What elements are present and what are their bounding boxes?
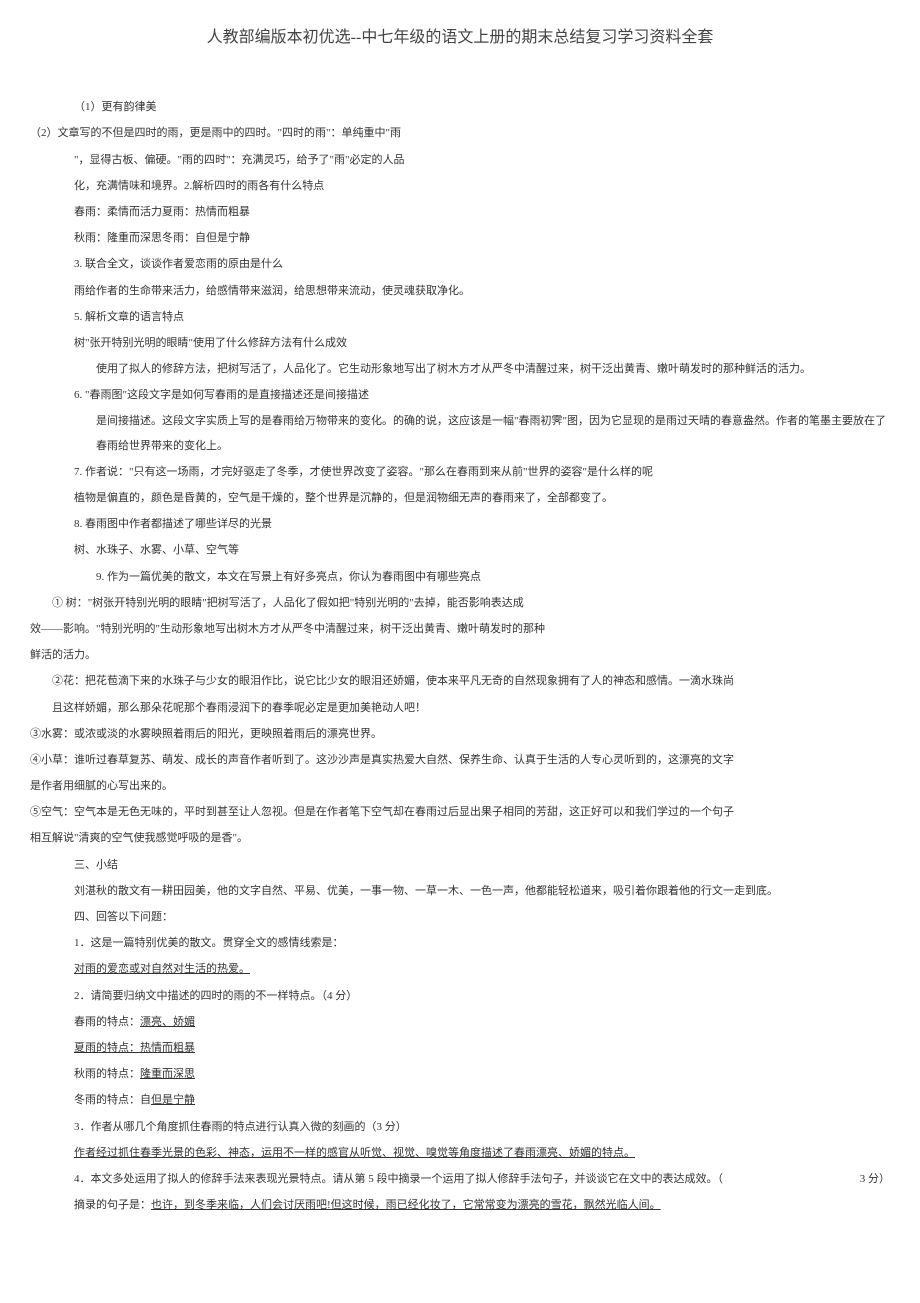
answer-line: 对雨的爱恋或对自然对生活的热爱。 <box>30 957 890 981</box>
answer-line: 摘录的句子是：也许，到冬季来临，人们会讨厌雨吧!但这时候，雨已经化妆了，它常常变… <box>30 1193 890 1217</box>
text-line: 效——影响。"特别光明的"生动形象地写出树木方才从严冬中清醒过来，树干泛出黄青、… <box>30 617 890 641</box>
answer-line: 秋雨的特点：隆重而深思 <box>30 1062 890 1086</box>
answer-line: 作者经过抓住春季光景的色彩、神态，运用不一样的感官从听觉、视觉、嗅觉等角度描述了… <box>30 1141 890 1165</box>
text-line: 化，充满情味和境界。2.解析四时的雨各有什么特点 <box>30 174 890 198</box>
text-line: 3. 联合全文，谈谈作者爱恋雨的原由是什么 <box>30 252 890 276</box>
text-line: ②花：把花苞滴下来的水珠子与少女的眼泪作比，说它比少女的眼泪还娇媚，使本来平凡无… <box>30 669 890 693</box>
text-line: 春雨：柔情而活力夏雨：热情而粗暴 <box>30 200 890 224</box>
text-line: ① 树："树张开特别光明的眼睛"把树写活了，人品化了假如把"特别光明的"去掉，能… <box>30 591 890 615</box>
answer-line: 夏雨的特点：热情而粗暴 <box>30 1036 890 1060</box>
text-line: 树、水珠子、水雾、小草、空气等 <box>30 538 890 562</box>
text-line: 刘湛秋的散文有一耕田园美，他的文字自然、平易、优美，一事一物、一草一木、一色一声… <box>30 879 890 903</box>
text-line: 植物是偏直的，颜色是昏黄的，空气是干燥的，整个世界是沉静的，但是润物细无声的春雨… <box>30 486 890 510</box>
answer-text: 作者经过抓住春季光景的色彩、神态，运用不一样的感官从听觉、视觉、嗅觉等角度描述了… <box>74 1147 635 1159</box>
answer-line: 春雨的特点：漂亮、娇媚 <box>30 1010 890 1034</box>
answer-line: 冬雨的特点：自但是宁静 <box>30 1088 890 1112</box>
text-line: （2）文章写的不但是四时的雨，更是雨中的四时。"四时的雨"：单纯重中"雨 <box>30 121 890 145</box>
answer-text: 隆重而深思 <box>140 1068 195 1080</box>
score-text: 3 分） <box>860 1167 890 1191</box>
text-line: 树"张开特别光明的眼睛"使用了什么修辞方法有什么成效 <box>30 331 890 355</box>
answer-text: 也许，到冬季来临，人们会讨厌雨吧!但这时候，雨已经化妆了，它常常变为漂亮的雪花，… <box>151 1199 661 1211</box>
page-title: 人教部编版本初优选--中七年级的语文上册的期末总结复习学习资料全套 <box>30 20 890 55</box>
text-line: 9. 作为一篇优美的散文，本文在写景上有好多亮点，你认为春雨图中有哪些亮点 <box>30 565 890 589</box>
text-line: 雨给作者的生命带来活力，给感情带来滋润，给思想带来流动，使灵魂获取净化。 <box>30 279 890 303</box>
answer-text: 对雨的爱恋或对自然对生活的热爱。 <box>74 963 250 975</box>
text-line: 四、回答以下问题： <box>30 905 890 929</box>
text-line: 是作者用细腻的心写出来的。 <box>30 774 890 798</box>
text-line: ④小草：谁听过春草复苏、萌发、成长的声音作者听到了。这沙沙声是真实热爱大自然、保… <box>30 748 890 772</box>
text-line: ③水雾：或浓或淡的水雾映照着雨后的阳光，更映照着雨后的漂亮世界。 <box>30 722 890 746</box>
label-text: 夏雨的特点： <box>74 1042 140 1054</box>
text-line: 7. 作者说："只有这一场雨，才完好驱走了冬季，才使世界改变了姿容。"那么在春雨… <box>30 460 890 484</box>
text-line: 使用了拟人的修辞方法，把树写活了，人品化了。它生动形象地写出了树木方才从严冬中清… <box>30 357 890 381</box>
answer-text: 漂亮、娇媚 <box>140 1016 195 1028</box>
text-line: 5. 解析文章的语言特点 <box>30 305 890 329</box>
text-line: "，显得古板、偏硬。"雨的四时"：充满灵巧，给予了"雨"必定的人品 <box>30 148 890 172</box>
answer-text: 但是宁静 <box>151 1094 195 1106</box>
text-line: 8. 春雨图中作者都描述了哪些详尽的光景 <box>30 512 890 536</box>
text-line: 三、小结 <box>30 853 890 877</box>
text-line: 且这样娇媚，那么那朵花呢那个春雨浸润下的春季呢必定是更加美艳动人吧！ <box>30 696 890 720</box>
label-text: 摘录的句子是： <box>74 1199 151 1211</box>
text-line: 秋雨：隆重而深思冬雨：自但是宁静 <box>30 226 890 250</box>
label-text: 春雨的特点： <box>74 1016 140 1028</box>
text-line: 3．作者从哪几个角度抓住春雨的特点进行认真入微的刻画的（3 分） <box>30 1115 890 1139</box>
text-line: 鲜活的活力。 <box>30 643 890 667</box>
text-line: 4．本文多处运用了拟人的修辞手法来表现光景特点。请从第 5 段中摘录一个运用了拟… <box>30 1167 890 1191</box>
text-line: 2．请简要归纳文中描述的四时的雨的不一样特点。（4 分） <box>30 984 890 1008</box>
text-line: 6. "春雨图"这段文字是如何写春雨的是直接描述还是间接描述 <box>30 383 890 407</box>
question-text: 4．本文多处运用了拟人的修辞手法来表现光景特点。请从第 5 段中摘录一个运用了拟… <box>74 1167 723 1191</box>
label-text: 冬雨的特点：自 <box>74 1094 151 1106</box>
answer-text: 热情而粗暴 <box>140 1042 195 1054</box>
text-line: 相互解说"清爽的空气使我感觉呼吸的是香"。 <box>30 826 890 850</box>
text-line: ⑤空气：空气本是无色无味的，平时到甚至让人忽视。但是在作者笔下空气却在春雨过后显… <box>30 800 890 824</box>
label-text: 秋雨的特点： <box>74 1068 140 1080</box>
text-line: （1）更有韵律美 <box>30 95 890 119</box>
text-line: 是间接描述。这段文字实质上写的是春雨给万物带来的变化。的确的说，这应该是一幅"春… <box>30 409 890 457</box>
text-line: 1．这是一篇特别优美的散文。贯穿全文的感情线索是： <box>30 931 890 955</box>
